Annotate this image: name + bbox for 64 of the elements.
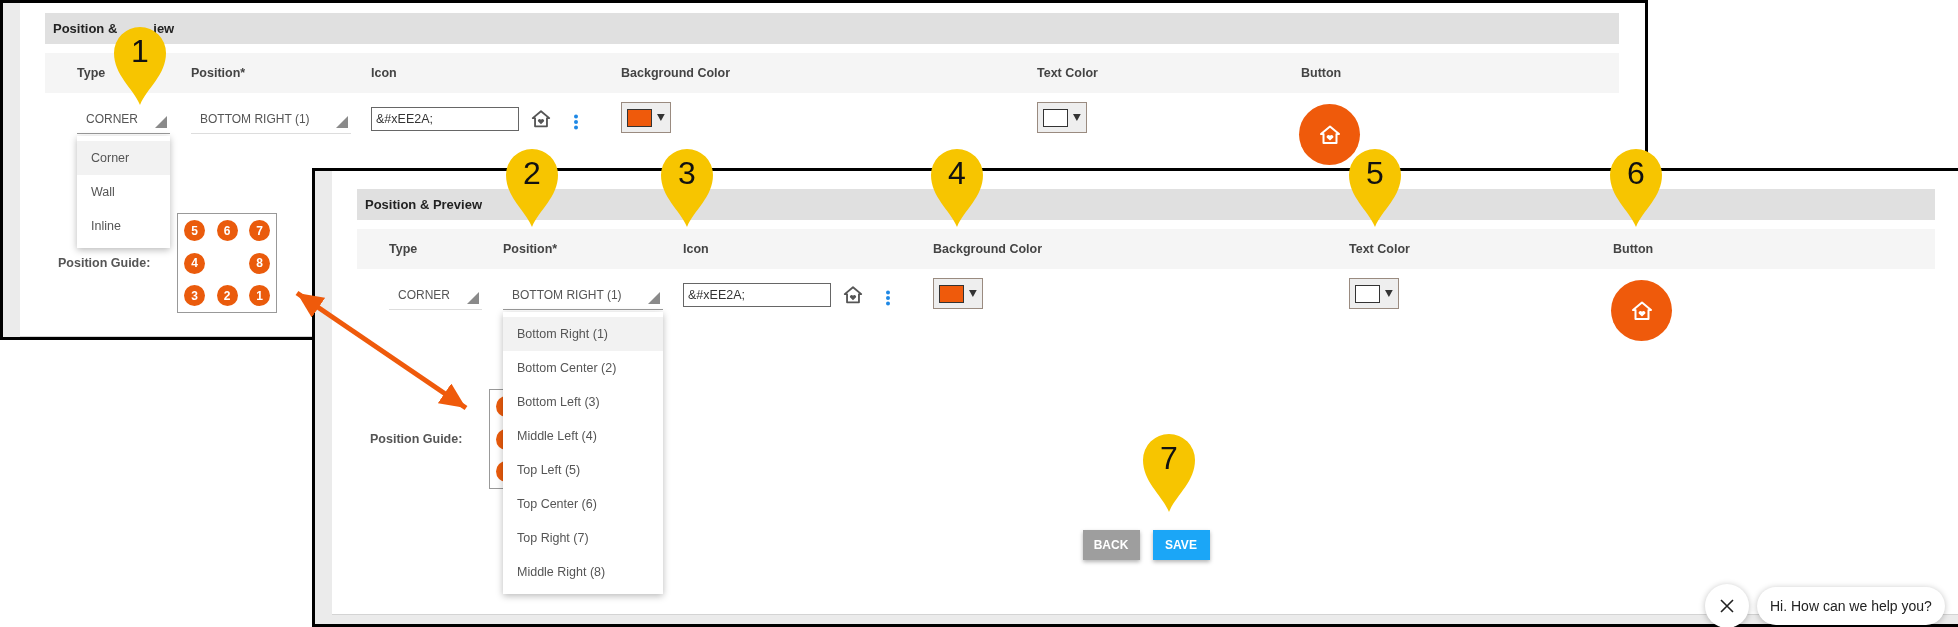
house-heart-icon[interactable]	[842, 284, 864, 306]
position-dot: 2	[216, 285, 238, 306]
color-picker[interactable]	[621, 102, 671, 133]
column-header: Position*	[191, 66, 246, 80]
position-dot: 8	[249, 252, 270, 274]
column-header: Text Color	[1349, 242, 1410, 256]
callout-pin: 6	[1608, 147, 1664, 227]
position-guide-label: Position Guide:	[370, 432, 464, 446]
column-header: Button	[1301, 66, 1342, 80]
column-header: Position*	[503, 242, 558, 256]
preview-button[interactable]	[1299, 104, 1360, 165]
dropdown-arrow-icon	[467, 292, 479, 304]
position-dot: 5	[184, 220, 205, 241]
column-header: Background Color	[933, 242, 1043, 256]
position-dot: 4	[184, 252, 205, 274]
dropdown-arrow-icon	[969, 290, 977, 297]
column-header: Icon	[371, 66, 397, 80]
callout-pin: 2	[504, 147, 560, 227]
position-dot: 3	[184, 285, 205, 306]
icon-code-field[interactable]: &#xEE2A;	[683, 283, 831, 307]
icon-code-field[interactable]: &#xEE2A;	[371, 107, 519, 131]
more-menu-icon[interactable]	[573, 114, 579, 130]
dropdown-arrow-icon	[336, 116, 348, 128]
callout-pin: 7	[1141, 432, 1197, 512]
dropdown-arrow-icon	[1385, 290, 1393, 297]
dropdown-option[interactable]: Top Right (7)	[503, 521, 663, 555]
color-picker[interactable]	[933, 278, 983, 309]
color-picker[interactable]	[1037, 102, 1087, 133]
callout-pin: 3	[659, 147, 715, 227]
section-title: iew	[153, 21, 175, 36]
position-dot: 1	[249, 285, 270, 306]
close-icon	[1720, 599, 1734, 613]
dropdown-option[interactable]: Bottom Left (3)	[503, 385, 663, 419]
more-menu-icon[interactable]	[885, 290, 891, 306]
position-guide-label: Position Guide:	[58, 256, 152, 270]
house-heart-icon[interactable]	[530, 108, 552, 130]
callout-pin: 4	[929, 147, 985, 227]
dropdown-option[interactable]: Inline	[77, 209, 170, 243]
column-header: Type	[389, 242, 418, 256]
preview-button[interactable]	[1611, 280, 1672, 341]
dropdown-arrow-icon	[648, 292, 660, 304]
color-picker[interactable]	[1349, 278, 1399, 309]
dropdown-option[interactable]: Middle Right (8)	[503, 555, 663, 589]
dropdown-option[interactable]: Top Left (5)	[503, 453, 663, 487]
dropdown-option[interactable]: Top Center (6)	[503, 487, 663, 521]
callout-pin: 5	[1347, 147, 1403, 227]
dropdown-option[interactable]: Wall	[77, 175, 170, 209]
position-dot: 7	[249, 220, 270, 241]
column-header: Background Color	[621, 66, 731, 80]
dropdown-arrow-icon	[1073, 114, 1081, 121]
column-header: Icon	[683, 242, 709, 256]
section-title: Position &	[53, 21, 118, 36]
column-header: Button	[1613, 242, 1654, 256]
dropdown-option[interactable]: Bottom Right (1)	[503, 317, 663, 351]
position-dot: 6	[216, 220, 238, 241]
dropdown-option[interactable]: Bottom Center (2)	[503, 351, 663, 385]
section-title: Position & Preview	[365, 197, 483, 212]
dropdown-option[interactable]: Corner	[77, 141, 170, 175]
dropdown-option[interactable]: Middle Left (4)	[503, 419, 663, 453]
column-header: Text Color	[1037, 66, 1098, 80]
column-header: Type	[77, 66, 106, 80]
dropdown-arrow-icon	[657, 114, 665, 121]
chat-bubble[interactable]: Hi. How can we help you?	[1757, 587, 1945, 625]
dropdown-arrow-icon	[155, 116, 167, 128]
